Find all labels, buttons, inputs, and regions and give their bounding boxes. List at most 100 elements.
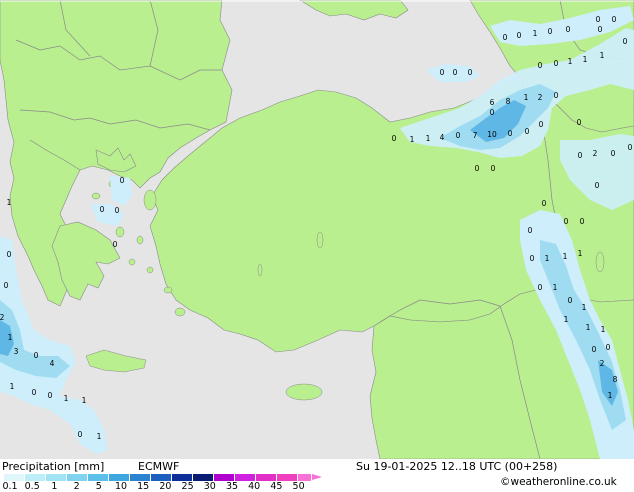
station-value-24: 4 [440, 133, 445, 142]
station-value-54: 0 [592, 345, 597, 354]
station-value-30: 0 [539, 120, 544, 129]
station-value-32: 0 [577, 118, 582, 127]
station-value-78: 0 [392, 134, 397, 143]
station-value-53: 1 [601, 325, 606, 334]
station-value-52: 1 [586, 323, 591, 332]
station-value-66: 1 [8, 333, 13, 342]
legend-tick-10: 35 [225, 481, 239, 492]
legend-tick-2: 1 [51, 481, 58, 492]
precipitation-map: 0 0 1 0 0 0 0 0 0 0 0 0 0 1 1 1 0 8 1 2 0 6 0 1 4 0 7 10 0 0 0 1 0 0 0 0 2 0 0… [0, 0, 634, 459]
legend-swatch-13 [277, 474, 298, 481]
station-value-69: 4 [50, 359, 55, 368]
legend-swatch-14 [298, 474, 312, 481]
legend-swatch-5 [109, 474, 130, 481]
legend-colorbar [4, 474, 312, 481]
station-value-34: 0 [491, 164, 496, 173]
station-value-2: 1 [533, 29, 538, 38]
station-value-12: 0 [554, 59, 559, 68]
map-canvas: 0 0 1 0 00 000 0 00 0 1 1 108 1 2 0601 4 0 7 10 0 00100 00 2 00… [0, 0, 634, 459]
station-value-17: 8 [506, 97, 511, 106]
legend-swatch-6 [130, 474, 151, 481]
legend-swatch-7 [151, 474, 172, 481]
station-value-36: 2 [593, 149, 598, 158]
legend-tick-3: 2 [73, 481, 80, 492]
legend-swatch-10 [214, 474, 235, 481]
station-value-55: 0 [606, 343, 611, 352]
station-value-67: 3 [14, 347, 19, 356]
legend-swatch-0 [4, 474, 25, 481]
station-value-25: 0 [456, 131, 461, 140]
station-value-79: 0 [628, 143, 633, 152]
legend-tick-6: 15 [137, 481, 150, 492]
station-value-0: 0 [503, 33, 508, 42]
station-value-43: 0 [530, 254, 535, 263]
legend-tick-4: 5 [95, 481, 102, 492]
legend-tick-11: 40 [248, 481, 261, 492]
station-value-40: 0 [564, 217, 569, 226]
precipitation-title: Precipitation [mm] [2, 460, 105, 473]
station-value-45: 1 [563, 252, 568, 261]
legend-tick-7: 20 [159, 481, 172, 492]
station-value-73: 1 [64, 394, 69, 403]
station-value-37: 0 [611, 149, 616, 158]
station-value-10: 0 [468, 68, 473, 77]
station-value-3: 0 [548, 27, 553, 36]
legend-tick-8: 25 [181, 481, 194, 492]
legend-tick-12: 45 [270, 481, 283, 492]
station-value-57: 1 [608, 391, 613, 400]
station-value-75: 0 [78, 430, 83, 439]
station-value-48: 1 [553, 283, 558, 292]
station-value-60: 0 [100, 205, 105, 214]
station-value-23: 1 [426, 134, 431, 143]
station-value-33: 0 [475, 164, 480, 173]
legend-swatch-3 [67, 474, 88, 481]
station-value-31: 1 [410, 135, 415, 144]
station-value-76: 1 [97, 432, 102, 441]
legend-swatch-8 [172, 474, 193, 481]
station-value-63: 0 [7, 250, 12, 259]
valid-time: Su 19-01-2025 12..18 UTC (00+258) [356, 460, 558, 473]
legend-tick-1: 0.5 [24, 481, 40, 492]
station-value-1: 0 [517, 31, 522, 40]
station-value-8: 0 [440, 68, 445, 77]
station-value-65: 2 [0, 313, 5, 322]
station-value-6: 0 [612, 15, 617, 24]
station-value-19: 2 [538, 93, 543, 102]
station-value-18: 1 [524, 93, 529, 102]
station-value-70: 1 [10, 382, 15, 391]
station-value-50: 1 [582, 303, 587, 312]
station-value-46: 1 [578, 249, 583, 258]
legend-swatch-2 [46, 474, 67, 481]
station-value-41: 0 [580, 217, 585, 226]
station-value-68: 0 [34, 351, 39, 360]
station-value-44: 1 [545, 254, 550, 263]
station-value-4: 0 [566, 25, 571, 34]
station-value-71: 0 [32, 388, 37, 397]
legend-swatch-4 [88, 474, 109, 481]
model-name: ECMWF [138, 460, 180, 473]
legend-swatch-11 [235, 474, 256, 481]
station-value-26: 7 [473, 131, 478, 140]
station-value-49: 0 [568, 296, 573, 305]
station-value-74: 1 [82, 396, 87, 405]
station-value-61: 0 [115, 206, 120, 215]
station-value-77: 1 [7, 198, 12, 207]
legend-swatch-12 [256, 474, 277, 481]
legend-tick-0: 0.1 [2, 481, 18, 492]
station-value-42: 0 [528, 226, 533, 235]
station-value-29: 0 [525, 127, 530, 136]
station-value-58: 2 [600, 359, 605, 368]
station-value-27: 10 [487, 130, 497, 139]
station-value-22: 0 [490, 108, 495, 117]
station-value-62: 0 [113, 240, 118, 249]
station-value-47: 0 [538, 283, 543, 292]
station-value-51: 1 [564, 315, 569, 324]
station-value-56: 8 [613, 375, 618, 384]
legend-tick-9: 30 [203, 481, 216, 492]
station-value-14: 1 [583, 55, 588, 64]
station-value-7: 0 [598, 25, 603, 34]
station-value-5: 0 [596, 15, 601, 24]
copyright-text: ©weatheronline.co.uk [500, 476, 617, 488]
legend-swatch-9 [193, 474, 214, 481]
station-value-64: 0 [4, 281, 9, 290]
